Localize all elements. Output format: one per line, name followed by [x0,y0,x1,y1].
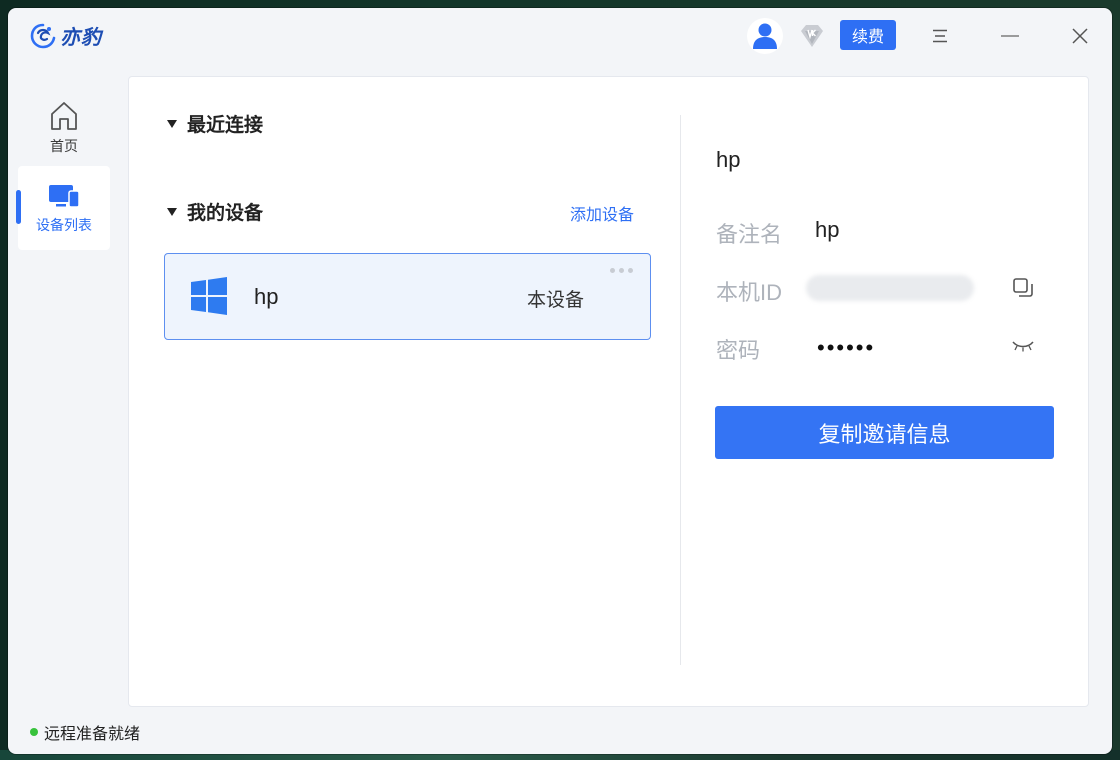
recent-section-title: 最近连接 [187,115,264,136]
copy-icon[interactable] [1012,277,1034,299]
my-devices-section-toggle[interactable]: 我的设备 [167,198,263,225]
device-id-redacted [806,275,974,301]
eye-closed-icon[interactable] [1011,339,1035,353]
more-options-icon[interactable] [610,268,633,273]
caret-down-icon [167,119,177,128]
add-device-link[interactable]: 添加设备 [570,201,634,225]
app-name: 亦豹 [60,27,102,49]
remark-value: hp [815,217,840,242]
status-bar: 远程准备就绪 [30,720,140,744]
minimize-icon [1001,35,1019,37]
home-icon [51,102,77,130]
renew-button[interactable]: 续费 [840,20,896,50]
device-name: hp [254,284,279,309]
leopard-logo-icon [30,23,56,48]
recent-section-toggle[interactable]: 最近连接 [167,110,263,137]
sidebar-item-devices[interactable]: 设备列表 [18,166,110,250]
password-value: •••••• [817,335,876,360]
app-logo: 亦豹 [30,21,102,50]
vip-badge-button[interactable] [796,20,828,52]
active-indicator [16,190,21,224]
sidebar-item-label: 首页 [50,138,78,154]
caret-down-icon [167,207,177,216]
device-card[interactable]: hp 本设备 [164,253,651,340]
app-window: 亦豹 续费 首页 设备列表 最近连接 我的设备 添加设备 hp 本设备 hp 备… [8,8,1112,754]
device-id-label: 本机ID [716,280,783,305]
status-online-dot [30,728,38,736]
password-label: 密码 [716,338,761,363]
vip-badge-icon [801,25,823,47]
close-button[interactable] [1066,22,1094,50]
detail-device-title: hp [716,147,741,172]
copy-invite-button[interactable]: 复制邀请信息 [715,406,1054,459]
my-devices-section-title: 我的设备 [187,203,264,224]
status-text: 远程准备就绪 [44,726,141,743]
close-icon [1072,28,1088,44]
menu-button[interactable] [926,22,954,50]
windows-icon [191,277,227,315]
sidebar-item-home[interactable]: 首页 [18,86,110,170]
remark-label: 备注名 [716,222,783,247]
menu-icon [933,29,947,43]
device-tag: 本设备 [527,290,585,311]
user-avatar-button[interactable] [747,18,783,54]
main-panel: 最近连接 我的设备 添加设备 hp 本设备 hp 备注名 hp 本机ID 密码 … [128,76,1089,707]
minimize-button[interactable] [996,22,1024,50]
devices-icon [49,185,80,208]
panel-divider [680,115,681,665]
sidebar-item-label: 设备列表 [36,217,92,233]
title-bar: 亦豹 续费 [8,8,1112,64]
user-avatar-icon [753,23,777,49]
